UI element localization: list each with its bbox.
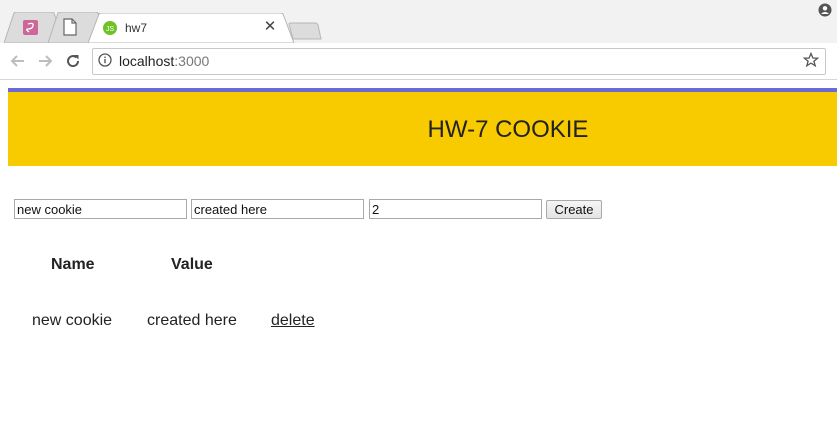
forward-arrow-icon[interactable]	[36, 52, 54, 70]
url-host: localhost	[119, 53, 175, 69]
back-arrow-icon[interactable]	[9, 52, 27, 70]
column-header-name: Name	[51, 256, 95, 273]
reload-icon[interactable]	[64, 52, 82, 70]
cookie-row-value: created here	[147, 312, 237, 329]
svg-text:JS: JS	[106, 26, 115, 33]
nodejs-favicon-icon: JS	[103, 21, 117, 35]
account-icon[interactable]	[818, 3, 832, 17]
page-title: HW-7 COOKIE	[427, 116, 589, 143]
bookmark-star-icon[interactable]	[803, 52, 819, 68]
cookie-value-input[interactable]	[191, 199, 364, 219]
page-content: HW-7 COOKIE Create Name Value new cookie…	[0, 80, 837, 421]
create-button[interactable]: Create	[546, 200, 602, 219]
header-banner: HW-7 COOKIE	[8, 88, 837, 166]
document-icon	[63, 18, 77, 36]
site-info-icon[interactable]	[98, 53, 112, 67]
column-header-value: Value	[171, 256, 213, 273]
url-text: localhost:3000	[119, 53, 209, 69]
close-icon[interactable]: ✕	[263, 19, 277, 35]
cookie-name-input[interactable]	[14, 199, 187, 219]
delete-link[interactable]: delete	[271, 312, 315, 330]
tab-title: hw7	[125, 21, 148, 35]
cookie-expiry-input[interactable]	[369, 199, 542, 219]
url-port: :3000	[174, 53, 210, 69]
sass-favicon-icon	[23, 20, 38, 35]
new-tab-button[interactable]	[287, 22, 323, 40]
cookie-row-name: new cookie	[32, 312, 113, 329]
